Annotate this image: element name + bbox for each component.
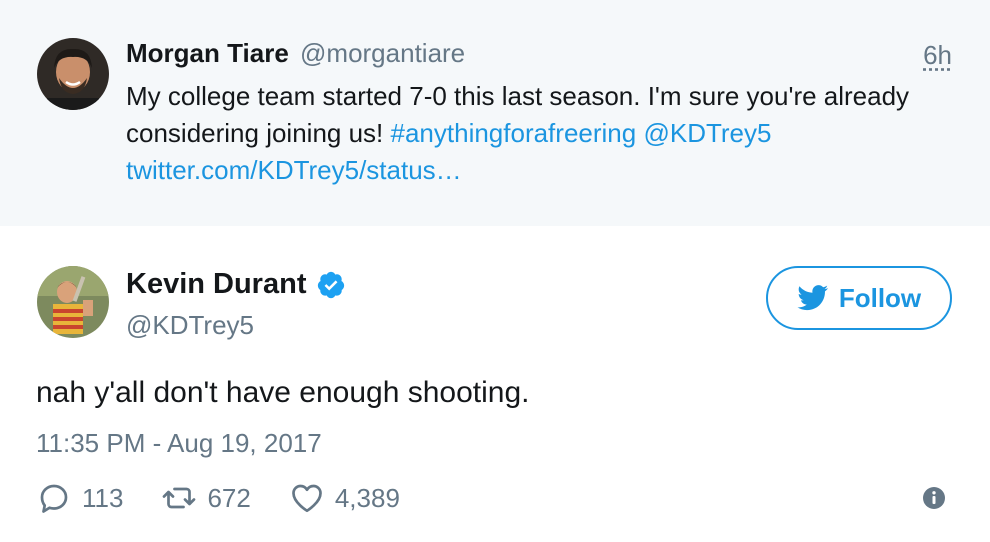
main-handle[interactable]: @KDTrey5 xyxy=(126,310,254,341)
parent-header: Morgan Tiare @morgantiare xyxy=(126,38,465,69)
parent-display-name[interactable]: Morgan Tiare xyxy=(126,38,289,68)
like-action[interactable]: 4,389 xyxy=(289,480,400,516)
retweet-count: 672 xyxy=(207,482,251,513)
info-icon[interactable] xyxy=(922,486,946,510)
parent-avatar[interactable] xyxy=(37,38,109,110)
heart-icon xyxy=(291,484,322,513)
main-display-name[interactable]: Kevin Durant xyxy=(126,268,306,301)
parent-handle[interactable]: @morgantiare xyxy=(300,38,465,68)
main-avatar[interactable] xyxy=(37,266,109,338)
tweet-actions: 113 672 4,389 xyxy=(36,480,438,516)
hashtag-link[interactable]: #anythingforafreering xyxy=(391,118,637,148)
bird-icon xyxy=(797,285,828,311)
quoted-parent-tweet[interactable]: Morgan Tiare @morgantiare 6h My college … xyxy=(0,0,990,226)
follow-button[interactable]: Follow xyxy=(766,266,952,330)
parent-timestamp-link[interactable]: 6h xyxy=(923,40,952,71)
mention-link[interactable]: @KDTrey5 xyxy=(643,118,771,148)
parent-tweet-text: My college team started 7-0 this last se… xyxy=(126,78,956,189)
follow-label: Follow xyxy=(838,282,922,313)
like-count: 4,389 xyxy=(334,482,400,513)
main-tweet-text: nah y'all don't have enough shooting. xyxy=(36,376,530,409)
retweet-icon xyxy=(163,487,196,509)
main-name-row: Kevin Durant xyxy=(126,268,346,301)
retweet-action[interactable]: 672 xyxy=(161,480,251,516)
status-link[interactable]: twitter.com/KDTrey5/status… xyxy=(126,155,462,185)
reply-count: 113 xyxy=(82,482,124,513)
verified-badge-icon xyxy=(318,271,345,298)
main-timestamp[interactable]: 11:35 PM - Aug 19, 2017 xyxy=(36,428,322,459)
reply-icon xyxy=(40,484,68,513)
reply-action[interactable]: 113 xyxy=(36,480,123,516)
